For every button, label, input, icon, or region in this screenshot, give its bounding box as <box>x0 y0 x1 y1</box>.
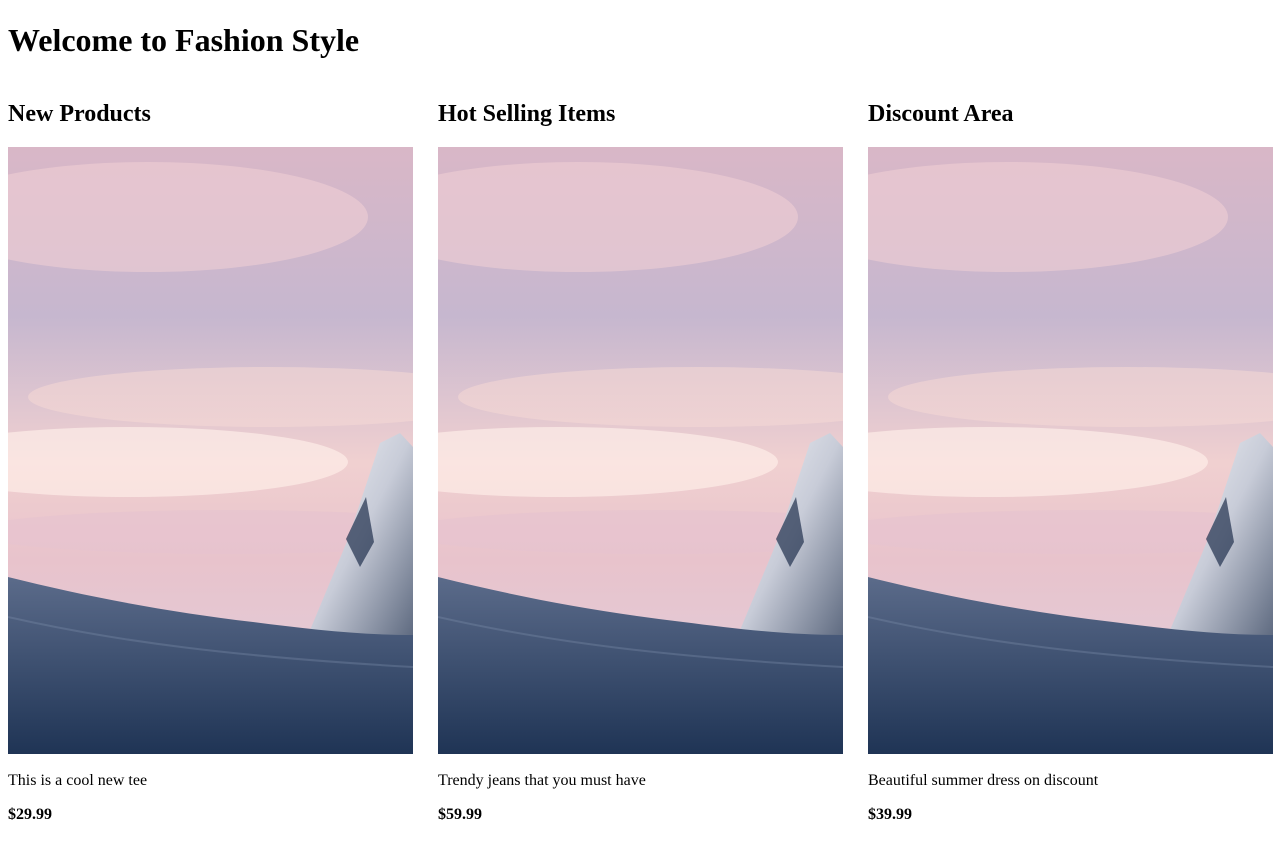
page-title: Welcome to Fashion Style <box>8 22 360 58</box>
page: Welcome to Fashion Style New Products Th… <box>0 0 1280 851</box>
product-price: $39.99 <box>868 806 912 823</box>
product-description: This is a cool new tee <box>8 772 148 789</box>
product-image <box>8 147 413 754</box>
product-description: Trendy jeans that you must have <box>438 772 646 789</box>
product-sections: New Products This is a cool new tee $29.… <box>8 99 1273 825</box>
product-price: $59.99 <box>438 806 482 823</box>
section-new-products: New Products This is a cool new tee $29.… <box>8 99 413 825</box>
product-description: Beautiful summer dress on discount <box>868 772 1099 789</box>
section-hot-selling-items: Hot Selling Items Trendy jeans that you … <box>438 99 843 825</box>
section-title: Hot Selling Items <box>438 101 616 127</box>
product-image <box>868 147 1273 754</box>
section-title: New Products <box>8 101 151 127</box>
product-price: $29.99 <box>8 806 52 823</box>
section-discount-area: Discount Area Beautiful summer dress on … <box>868 99 1273 825</box>
product-image <box>438 147 843 754</box>
section-title: Discount Area <box>868 101 1014 127</box>
